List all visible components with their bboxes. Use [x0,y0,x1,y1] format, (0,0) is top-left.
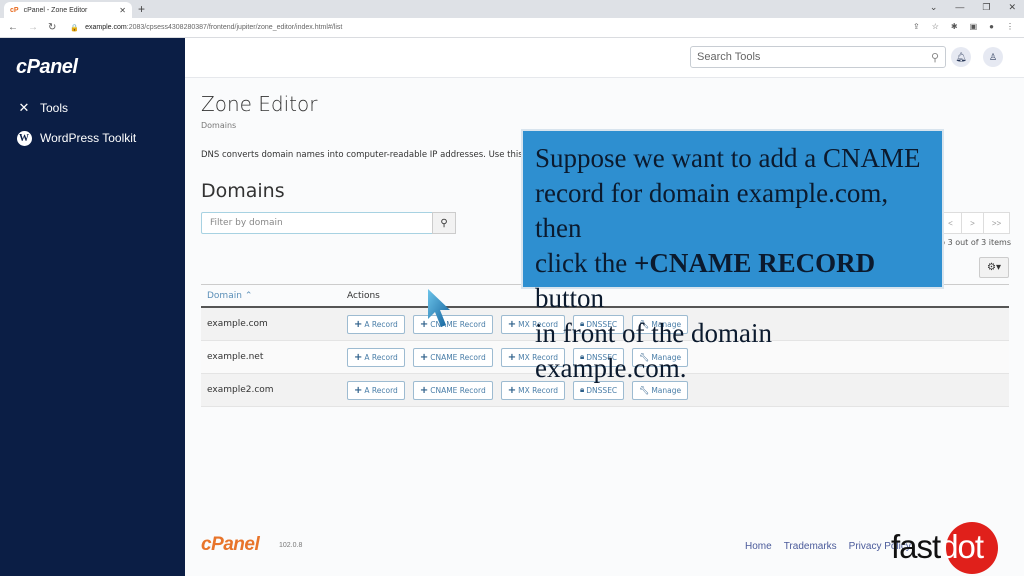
side-panel-icon[interactable]: ▣ [970,22,978,31]
button-label: MX Record [518,385,559,395]
browser-tab-bar: cP cPanel - Zone Editor ✕ + ⌄ — ❐ ✕ [0,0,1024,18]
search-icon[interactable]: ⚲ [931,51,939,64]
extensions-icon[interactable]: ✱ [951,22,958,31]
sidebar-item-wordpress-toolkit[interactable]: W WordPress Toolkit [16,130,136,146]
page-description: DNS converts domain names into computer-… [201,150,523,160]
plus-icon: + [507,351,517,363]
top-header: Search Tools ⚲ 🔔︎ ♙ [185,38,1024,78]
plus-icon: + [419,384,429,396]
add-cname-record-button[interactable]: + CNAME Record [412,380,493,400]
add-a-record-button[interactable]: + A Record [347,347,405,367]
mouse-cursor-icon [428,289,450,327]
plus-icon: + [354,318,363,330]
close-tab-icon[interactable]: ✕ [119,6,126,15]
url-field[interactable]: 🔒 example.com :2083/cpsess4308280387/fro… [70,24,342,32]
cpanel-logo[interactable]: cPanel [16,56,78,79]
tutorial-callout: Suppose we want to add a CNAME record fo… [521,129,944,383]
sort-ascending-icon: ⌃ [244,290,253,301]
browser-tab[interactable]: cP cPanel - Zone Editor ✕ [4,2,132,18]
menu-icon[interactable]: ⋮ [1006,22,1014,31]
sidebar-item-label: WordPress Toolkit [40,131,137,145]
domain-cell: example2.com [207,385,274,395]
add-a-record-button[interactable]: + A Record [347,380,405,400]
wrench-icon: 🔧︎ [639,385,650,395]
callout-line: click the +CNAME RECORD button [535,246,930,316]
reload-icon[interactable]: ↻ [48,22,56,33]
search-tools-input[interactable]: Search Tools ⚲ [690,46,946,68]
footer-link-trademarks[interactable]: Trademarks [784,541,837,552]
domain-cell: example.com [207,319,268,329]
items-count: to 3 out of 3 items [937,238,1011,247]
actions-column-header: Actions [347,290,380,301]
domain-header-label: Domain [207,290,242,301]
plus-icon: + [419,351,429,363]
tab-title: cPanel - Zone Editor [23,6,88,14]
domain-cell: example.net [207,352,264,362]
pagination: < > >> [939,212,1010,234]
button-label: A Record [364,319,398,329]
url-path: :2083/cpsess4308280387/frontend/jupiter/… [126,24,343,31]
plus-icon: + [507,318,517,330]
lock-icon: 🔒︎ [580,385,585,394]
tools-icon: ✕ [18,100,30,115]
fastdot-watermark: fast dot [891,522,998,574]
close-window-icon[interactable]: ✕ [1008,2,1016,13]
plus-icon: + [507,384,517,396]
lock-icon: 🔒 [70,24,80,32]
back-icon[interactable]: ← [8,22,18,33]
search-icon: ⚲ [440,217,448,229]
button-label: CNAME Record [430,385,486,395]
tab-search-icon[interactable]: ⌄ [930,2,938,13]
share-icon[interactable]: ⇪ [913,22,920,31]
section-title: Domains [201,180,285,202]
page-title: Zone Editor [201,92,318,116]
version: 102.0.8 [279,542,303,549]
filter-placeholder: Filter by domain [210,218,283,228]
url-host: example.com [85,24,127,31]
button-label: DNSSEC [586,385,618,395]
watermark-text-dot: dot [940,528,984,565]
sidebar-item-label: Tools [40,101,69,115]
button-label: Manage [651,385,682,395]
new-tab-button[interactable]: + [138,2,145,16]
sidebar: cPanel ✕ Tools W WordPress Toolkit [0,38,185,576]
callout-text: click the [535,248,634,278]
button-label: A Record [364,352,398,362]
watermark-text-fast: fast [891,528,941,565]
address-bar: ← → ↻ 🔒 example.com :2083/cpsess43082803… [0,18,1024,38]
restore-icon[interactable]: ❐ [982,2,990,13]
search-tools-placeholder: Search Tools [697,51,761,63]
user-account-icon[interactable]: ♙ [983,47,1003,67]
domain-column-header[interactable]: Domain ⌃ [201,291,347,301]
minimize-icon[interactable]: — [955,2,964,13]
wordpress-icon: W [16,130,32,146]
footer-link-home[interactable]: Home [745,541,772,552]
callout-line: Suppose we want to add a CNAME [535,143,921,173]
settings-dropdown-button[interactable]: ⚙▾ [979,257,1009,278]
profile-icon[interactable]: ● [989,22,994,31]
add-cname-record-button[interactable]: + CNAME Record [412,347,493,367]
footer-cpanel-logo: cPanel [201,534,260,555]
last-page-button[interactable]: >> [983,212,1010,234]
bookmark-star-icon[interactable]: ☆ [932,22,939,31]
cpanel-favicon-icon: cP [10,6,19,14]
button-label: CNAME Record [430,352,486,362]
forward-icon[interactable]: → [28,22,38,33]
filter-search-button[interactable]: ⚲ [432,212,456,234]
gear-icon: ⚙▾ [987,262,1001,273]
sidebar-item-tools[interactable]: ✕ Tools [16,100,68,116]
breadcrumb[interactable]: Domains [201,121,236,130]
callout-emphasis: +CNAME RECORD [633,248,876,278]
filter-domain-input[interactable]: Filter by domain [201,212,433,234]
plus-icon: + [354,351,363,363]
notifications-bell-icon[interactable]: 🔔︎ [951,47,971,67]
add-a-record-button[interactable]: + A Record [347,314,405,334]
callout-line: record for domain example.com, then [535,178,889,243]
callout-line: in front of the domain example.com. [535,318,772,383]
callout-text: button [535,283,605,313]
button-label: A Record [364,385,398,395]
plus-icon: + [354,384,363,396]
next-page-button[interactable]: > [961,212,984,234]
